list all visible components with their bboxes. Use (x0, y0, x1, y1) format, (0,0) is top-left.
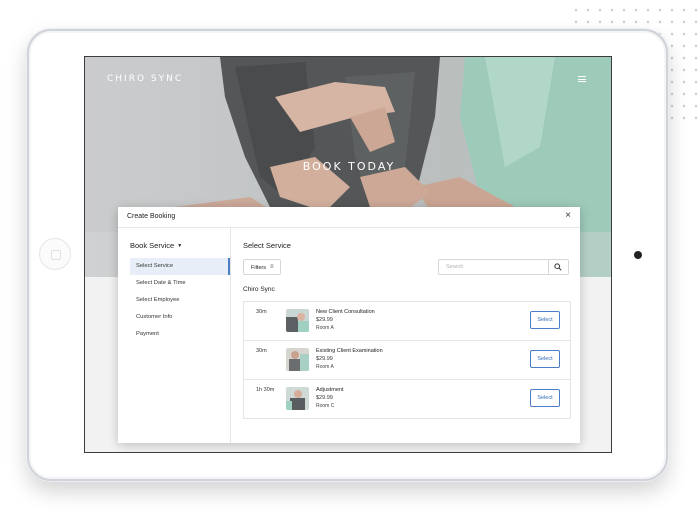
step-select-service[interactable]: Select Service (130, 258, 230, 275)
service-row[interactable]: 30m New Client Consultation $29.99 Room … (244, 302, 570, 341)
search-box (438, 259, 569, 275)
search-input[interactable] (439, 260, 547, 274)
service-price: $29.99 (316, 356, 333, 362)
service-duration: 30m (256, 348, 267, 354)
caret-down-icon: ▼ (177, 243, 183, 249)
step-select-date-time[interactable]: Select Date & Time (130, 275, 230, 292)
search-icon (554, 263, 562, 271)
brand-logo[interactable]: CHIRO SYNC (107, 74, 183, 84)
select-button[interactable]: Select (530, 350, 560, 368)
service-name: Adjustment (316, 387, 344, 393)
book-service-label: Book Service (130, 241, 175, 250)
close-icon[interactable]: × (565, 211, 571, 221)
tablet-camera (634, 251, 642, 259)
service-thumbnail (286, 348, 309, 371)
select-button[interactable]: Select (530, 389, 560, 407)
service-thumbnail (286, 309, 309, 332)
service-price: $29.99 (316, 395, 333, 401)
service-row[interactable]: 30m Existing Client Examination $29.99 R… (244, 341, 570, 380)
step-customer-info[interactable]: Customer Info (130, 309, 230, 326)
tablet-screen: CHIRO SYNC BOOK TODAY Create Booking × B… (84, 56, 612, 453)
filters-label: Filters (251, 264, 266, 271)
book-service-dropdown[interactable]: Book Service ▼ (130, 241, 182, 250)
filters-button[interactable]: Filters ≡ (243, 259, 281, 275)
modal-header: Create Booking × (118, 207, 580, 228)
service-price: $29.99 (316, 317, 333, 323)
select-button[interactable]: Select (530, 311, 560, 329)
service-duration: 1h 30m (256, 387, 275, 393)
create-booking-modal: Create Booking × Book Service ▼ Select Se… (118, 207, 580, 443)
modal-title: Create Booking (127, 213, 176, 220)
select-service-panel: Select Service Filters ≡ Chiro Sync 30m (231, 228, 580, 443)
hero-title: BOOK TODAY (302, 160, 396, 173)
location-label: Chiro Sync (243, 286, 275, 293)
steps-list: Select Service Select Date & Time Select… (130, 258, 230, 343)
step-select-employee[interactable]: Select Employee (130, 292, 230, 309)
service-thumbnail (286, 387, 309, 410)
panel-title: Select Service (243, 241, 291, 250)
filter-icon: ≡ (270, 264, 274, 270)
menu-icon[interactable] (578, 76, 586, 82)
tablet-home-button (39, 238, 71, 270)
service-list: 30m New Client Consultation $29.99 Room … (243, 301, 571, 419)
search-button[interactable] (548, 260, 568, 274)
service-room: Room A (316, 325, 334, 331)
service-name: New Client Consultation (316, 309, 375, 315)
service-row[interactable]: 1h 30m Adjustment $29.99 Room C Select (244, 380, 570, 418)
booking-steps-sidebar: Book Service ▼ Select Service Select Date… (118, 228, 231, 443)
service-duration: 30m (256, 309, 267, 315)
service-room: Room C (316, 403, 335, 409)
step-payment[interactable]: Payment (130, 326, 230, 343)
service-name: Existing Client Examination (316, 348, 383, 354)
service-room: Room A (316, 364, 334, 370)
